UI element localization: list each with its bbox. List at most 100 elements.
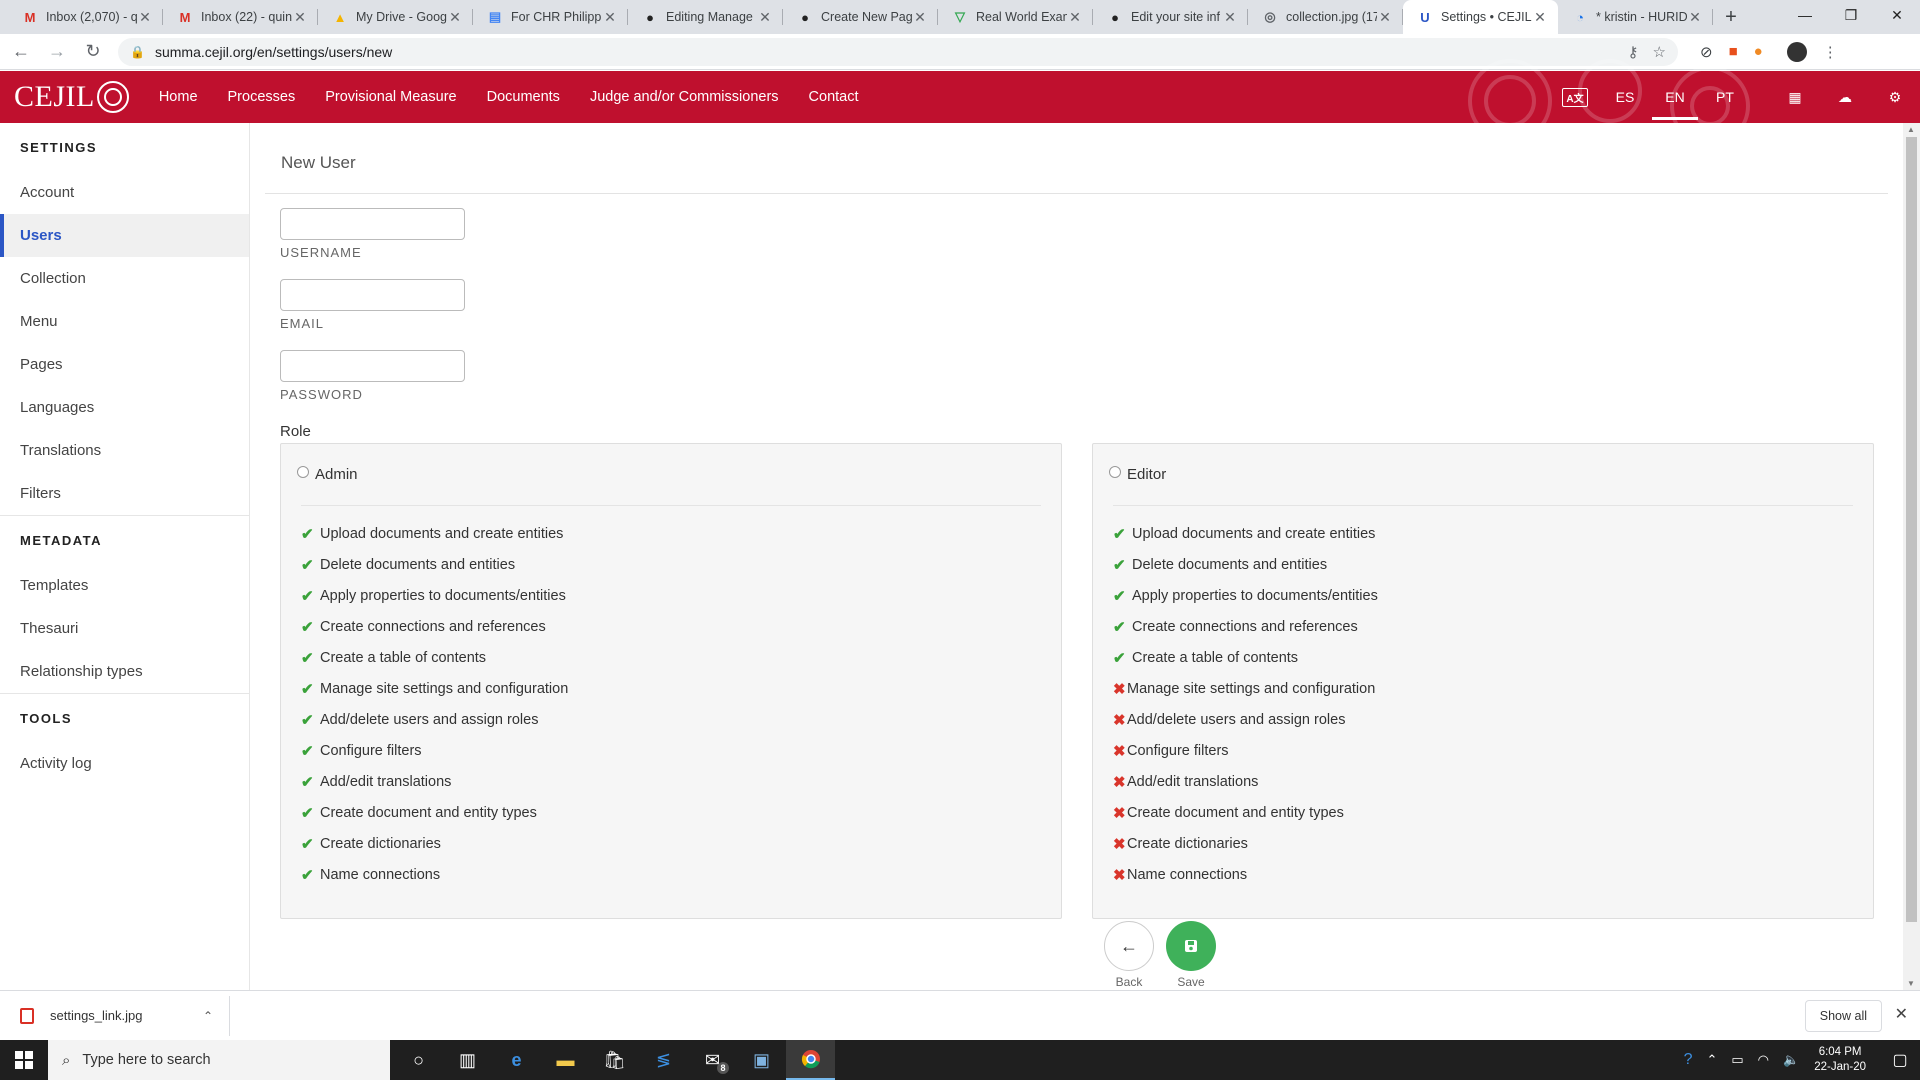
url-text[interactable]: summa.cejil.org/en/settings/users/new [155,44,392,60]
url-omnibox[interactable]: 🔒 summa.cejil.org/en/settings/users/new … [118,37,1678,66]
email-input[interactable] [280,279,465,311]
role-header[interactable]: Admin [297,444,1041,506]
role-header[interactable]: Editor [1109,444,1853,506]
system-clock[interactable]: 6:04 PM 22-Jan-20 [1814,1045,1866,1075]
browser-tab[interactable]: ◎ collection.jpg (17 ✕ [1248,0,1403,34]
profile-avatar-icon[interactable] [1786,41,1807,62]
sidebar-item-menu[interactable]: Menu [0,300,249,343]
browser-tab[interactable]: ▲ My Drive - Googl ✕ [318,0,473,34]
role-name[interactable]: Admin [315,466,358,483]
tab-title[interactable]: collection.jpg (17 [1286,10,1377,24]
nav-link-documents[interactable]: Documents [487,89,560,105]
reload-icon[interactable]: ↻ [78,37,108,67]
sidebar-item-translations[interactable]: Translations [0,429,249,472]
tab-close-icon[interactable]: ✕ [912,9,928,26]
sidebar-item-collection[interactable]: Collection [0,257,249,300]
task-view-icon[interactable]: ▥ [443,1040,492,1080]
start-button[interactable] [0,1040,48,1080]
tab-title[interactable]: My Drive - Googl [356,10,447,24]
tab-title[interactable]: * kristin - HURID [1596,10,1687,24]
sidebar-item-account[interactable]: Account [0,171,249,214]
close-window-icon[interactable]: ✕ [1874,0,1920,30]
language-pt[interactable]: PT [1700,71,1750,123]
tab-close-icon[interactable]: ✕ [602,9,618,26]
apps-grid-icon[interactable]: ▦ [1770,71,1820,123]
nav-link-provisional-measure[interactable]: Provisional Measure [325,89,456,105]
back-label[interactable]: Back [1116,975,1143,989]
tab-title[interactable]: Create New Page [821,10,912,24]
chrome-icon[interactable] [786,1040,835,1080]
wifi-icon[interactable]: ◠ [1758,1052,1769,1068]
scroll-down-icon[interactable]: ▼ [1907,979,1915,988]
nav-link-contact[interactable]: Contact [809,89,859,105]
page-scrollbar[interactable]: ▲ ▼ [1903,123,1920,990]
nav-link-home[interactable]: Home [159,89,198,105]
translate-icon[interactable]: A文 [1550,71,1600,123]
scrollbar-thumb[interactable] [1906,137,1917,922]
file-explorer-icon[interactable]: ▬ [541,1040,590,1080]
role-radio-editor[interactable] [1109,465,1121,478]
clock-date[interactable]: 22-Jan-20 [1814,1060,1866,1075]
battery-icon[interactable]: ▭ [1731,1052,1743,1068]
minimize-icon[interactable]: — [1782,0,1828,30]
show-all-button[interactable]: Show all [1804,1000,1882,1032]
tab-title[interactable]: Real World Exam [976,10,1067,24]
tab-title[interactable]: Settings • CEJIL [1441,10,1532,24]
tab-close-icon[interactable]: ✕ [1377,9,1393,26]
chevron-up-tray-icon[interactable]: ⌃ [1706,1052,1717,1068]
taskbar-search[interactable]: ⌕ Type here to search [48,1040,390,1080]
photos-icon[interactable]: ▣ [737,1040,786,1080]
nav-link-judge-and-or-commissioners[interactable]: Judge and/or Commissioners [590,89,779,105]
settings-gear-icon[interactable]: ⚙ [1870,71,1920,123]
tab-title[interactable]: Inbox (2,070) - q [46,10,137,24]
browser-tab[interactable]: ● Create New Page ✕ [783,0,938,34]
password-input[interactable] [280,350,465,382]
close-download-bar-icon[interactable]: ✕ [1895,1004,1908,1024]
new-tab-button[interactable]: + [1713,0,1749,34]
browser-tab[interactable]: ▽ Real World Exam ✕ [938,0,1093,34]
sidebar-item-pages[interactable]: Pages [0,343,249,386]
clock-time[interactable]: 6:04 PM [1814,1045,1866,1060]
tab-close-icon[interactable]: ✕ [292,9,308,26]
scroll-up-icon[interactable]: ▲ [1907,125,1915,134]
store-icon[interactable]: 🛍 [590,1040,639,1080]
sidebar-item-templates[interactable]: Templates [0,564,249,607]
lock-icon[interactable]: 🔒 [130,45,145,59]
browser-tab[interactable]: ◔ * kristin - HURID ✕ [1558,0,1713,34]
tab-close-icon[interactable]: ✕ [1532,9,1548,26]
edge-icon[interactable]: e [492,1040,541,1080]
browser-tab[interactable]: U Settings • CEJIL ✕ [1403,0,1558,34]
role-name[interactable]: Editor [1127,466,1166,483]
sidebar-item-filters[interactable]: Filters [0,472,249,515]
nav-link-processes[interactable]: Processes [228,89,296,105]
browser-tab[interactable]: ▤ For CHR Philippin ✕ [473,0,628,34]
tab-title[interactable]: Editing Manage [666,10,757,24]
sidebar-item-languages[interactable]: Languages [0,386,249,429]
sidebar-item-users[interactable]: Users [0,214,249,257]
username-input[interactable] [280,208,465,240]
mail-icon[interactable]: ✉ 8 [688,1040,737,1080]
language-en[interactable]: EN [1650,71,1700,123]
forward-arrow-icon[interactable]: → [42,37,72,67]
help-icon[interactable]: ? [1684,1051,1693,1069]
back-arrow-icon[interactable]: ← [6,37,36,67]
save-action[interactable]: Save [1166,921,1216,989]
tab-title[interactable]: Inbox (22) - quin [201,10,292,24]
back-action[interactable]: ← Back [1104,921,1154,989]
tab-close-icon[interactable]: ✕ [1067,9,1083,26]
restore-icon[interactable]: ❐ [1828,0,1874,30]
browser-tab[interactable]: M Inbox (22) - quin ✕ [163,0,318,34]
browser-tab[interactable]: ● Edit your site inf ✕ [1093,0,1248,34]
download-filename[interactable]: settings_link.jpg [50,1008,143,1023]
browser-tab[interactable]: ● Editing Manage ✕ [628,0,783,34]
sidebar-item-activity-log[interactable]: Activity log [0,742,249,785]
tab-close-icon[interactable]: ✕ [757,9,773,26]
tab-close-icon[interactable]: ✕ [1222,9,1238,26]
browser-tab[interactable]: M Inbox (2,070) - q ✕ [8,0,163,34]
save-label[interactable]: Save [1177,975,1204,989]
language-es[interactable]: ES [1600,71,1650,123]
volume-icon[interactable]: 🔈 [1783,1052,1799,1068]
tab-close-icon[interactable]: ✕ [447,9,463,26]
logo-text[interactable]: CEJIL [14,80,95,114]
taskbar-search-placeholder[interactable]: Type here to search [82,1052,210,1068]
